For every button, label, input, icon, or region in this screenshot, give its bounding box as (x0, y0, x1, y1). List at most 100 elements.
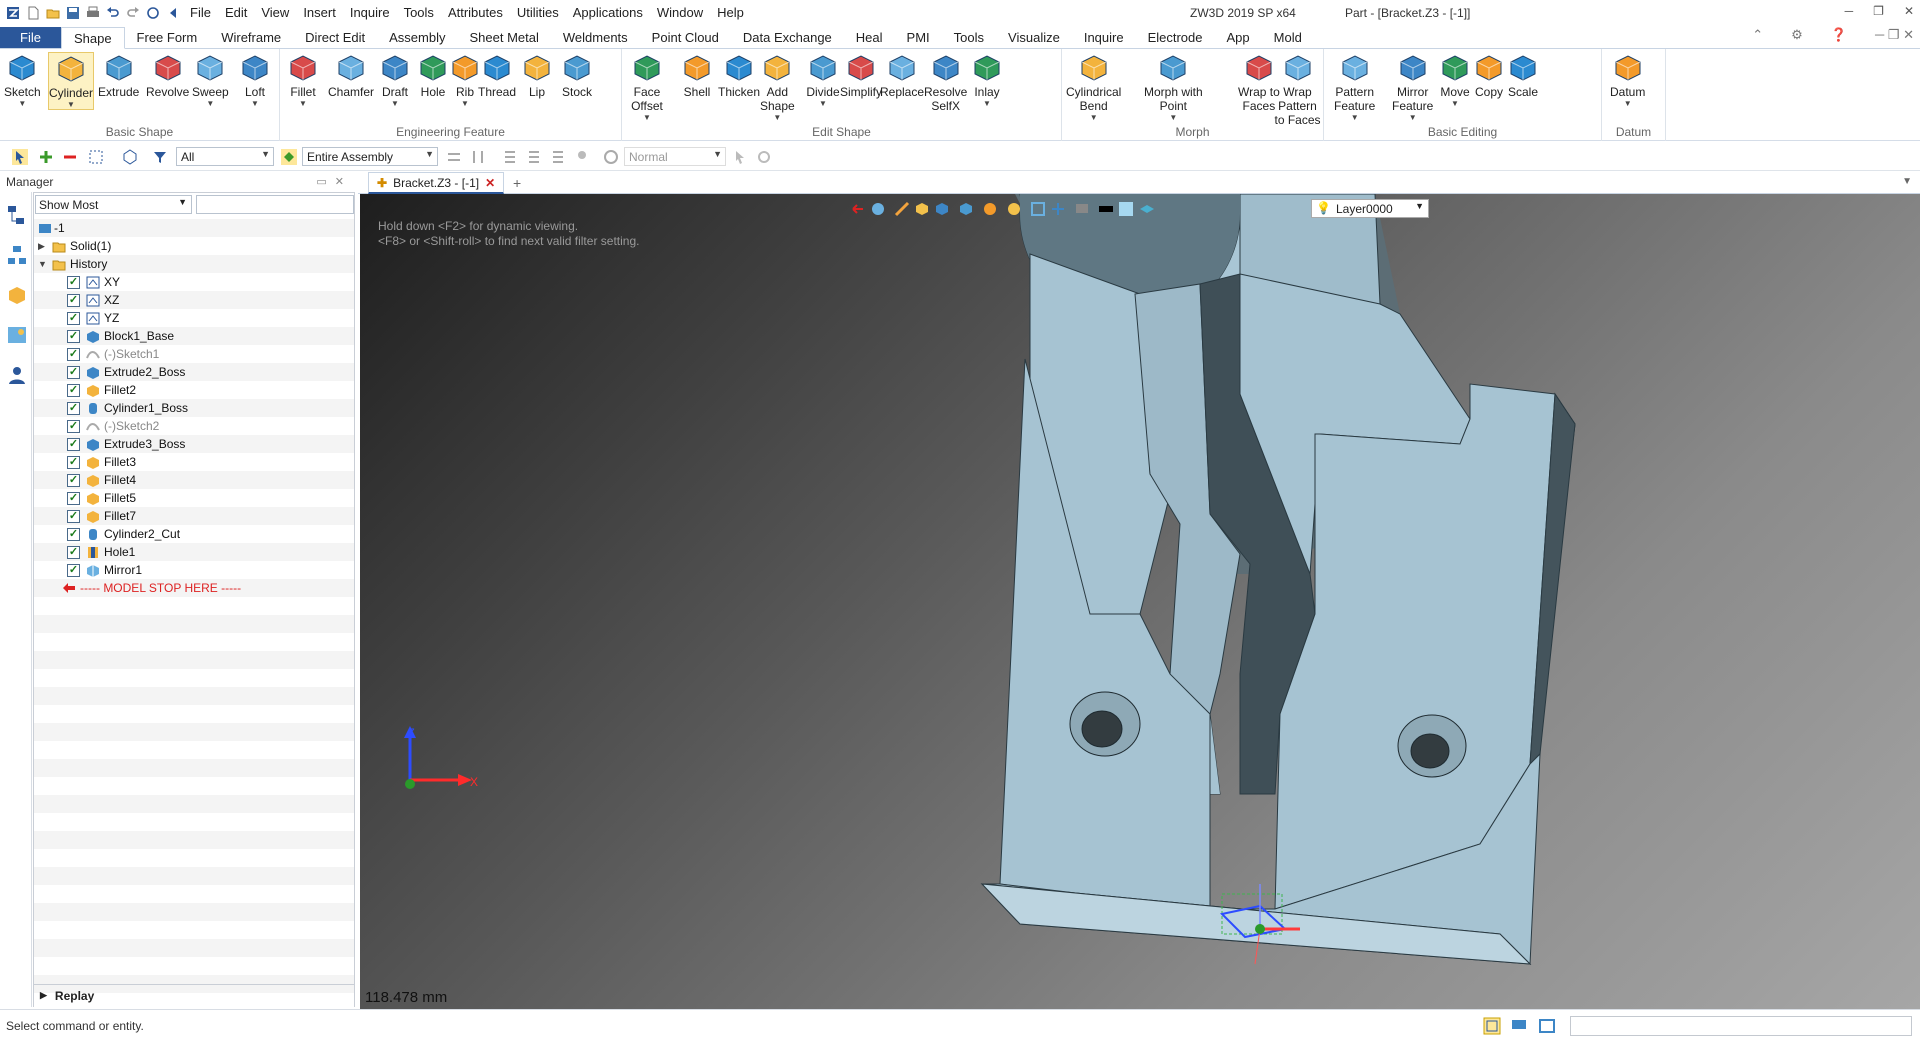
pick-arrow-icon[interactable] (12, 149, 28, 165)
feature-visibility-checkbox[interactable]: ✓ (67, 455, 80, 469)
graphics-viewport[interactable]: Hold down <F2> for dynamic viewing. <F8>… (360, 194, 1920, 1009)
scope-select[interactable]: Entire Assembly ▼ (302, 147, 438, 166)
dropdown-arrow-icon[interactable]: ▼ (1169, 113, 1177, 122)
cylindrical-bend-button[interactable]: Cylindrical Bend ▼ (1066, 52, 1121, 122)
render-mode-select[interactable]: Normal ▼ (624, 147, 726, 166)
feature-visibility-checkbox[interactable]: ✓ (67, 545, 80, 559)
dropdown-arrow-icon[interactable]: ▼ (773, 113, 781, 122)
ribbon-tab-mold[interactable]: Mold (1262, 27, 1314, 48)
manager-pin-close-icon[interactable]: ▭✕ (316, 175, 352, 188)
divide-button[interactable]: Divide ▼ (806, 52, 840, 108)
history-row-sketch1[interactable]: ✓ (-)Sketch1 (34, 345, 354, 363)
document-tab-bracket[interactable]: ✚ Bracket.Z3 - [-1] ✕ (368, 172, 505, 194)
dropdown-arrow-icon[interactable]: ▼ (1624, 99, 1632, 108)
rib-button[interactable]: Rib ▼ (448, 52, 482, 108)
list-icon-1[interactable] (502, 149, 518, 165)
pattern-feature-button[interactable]: Pattern Feature ▼ (1334, 52, 1375, 122)
menu-insert[interactable]: Insert (303, 5, 336, 20)
filter-select[interactable]: All ▼ (176, 147, 274, 166)
assembly-tree-icon[interactable] (6, 244, 28, 266)
history-row-fillet4[interactable]: ✓ Fillet4 (34, 471, 354, 489)
back-arrow-icon[interactable] (166, 6, 180, 20)
dropdown-arrow-icon[interactable]: ▼ (18, 99, 26, 108)
feature-visibility-checkbox[interactable]: ✓ (67, 293, 80, 307)
dropdown-arrow-icon[interactable]: ▼ (206, 99, 214, 108)
history-row-fillet5[interactable]: ✓ Fillet5 (34, 489, 354, 507)
close-window-icon[interactable]: ✕ (1904, 4, 1914, 18)
hole-button[interactable]: Hole (416, 52, 450, 99)
distribute-icon[interactable] (470, 149, 486, 165)
ribbon-tab-sheet-metal[interactable]: Sheet Metal (458, 27, 551, 48)
shell-button[interactable]: Shell (680, 52, 714, 99)
ribbon-tab-assembly[interactable]: Assembly (377, 27, 457, 48)
ribbon-tab-heal[interactable]: Heal (844, 27, 895, 48)
filter-funnel-icon[interactable] (152, 149, 168, 165)
menu-file[interactable]: File (190, 5, 211, 20)
pin-icon[interactable] (574, 149, 590, 165)
ribbon-tab-shape[interactable]: Shape (60, 27, 125, 49)
revolve-button[interactable]: Revolve (146, 52, 189, 99)
morph-with-point-button[interactable]: Morph with Point ▼ (1144, 52, 1203, 122)
draft-button[interactable]: Draft ▼ (378, 52, 412, 108)
status-grid-icon[interactable] (1483, 1017, 1501, 1035)
ribbon-tab-data-exchange[interactable]: Data Exchange (731, 27, 844, 48)
ribbon-tab-point-cloud[interactable]: Point Cloud (640, 27, 731, 48)
ribbon-tab-inquire[interactable]: Inquire (1072, 27, 1136, 48)
light-icon[interactable] (1006, 201, 1026, 217)
loft-button[interactable]: Loft ▼ (238, 52, 272, 108)
visual-styles-icon[interactable] (6, 324, 28, 346)
dropdown-arrow-icon[interactable]: ▼ (1409, 113, 1417, 122)
menu-utilities[interactable]: Utilities (517, 5, 559, 20)
ribbon-tab-tools[interactable]: Tools (942, 27, 996, 48)
feature-visibility-checkbox[interactable]: ✓ (67, 365, 80, 379)
bracket-3d-model[interactable] (360, 194, 1920, 1009)
menu-attributes[interactable]: Attributes (448, 5, 503, 20)
exit-icon[interactable] (850, 201, 866, 217)
frame-icon[interactable] (1030, 201, 1046, 217)
settings-gear-icon[interactable]: ⚙ (1791, 27, 1803, 43)
mirror-feature-button[interactable]: Mirror Feature ▼ (1392, 52, 1433, 122)
new-tab-icon[interactable]: + (513, 175, 521, 191)
layer-manager-icon[interactable] (1138, 201, 1158, 217)
history-row-fillet2[interactable]: ✓ Fillet2 (34, 381, 354, 399)
view-cube-icon[interactable] (934, 201, 954, 217)
history-row-fillet7[interactable]: ✓ Fillet7 (34, 507, 354, 525)
layer-select[interactable]: 💡 Layer0000 ▼ (1311, 199, 1429, 218)
copy-button[interactable]: Copy (1472, 52, 1506, 99)
replay-panel[interactable]: ▶ Replay (34, 984, 354, 1006)
wrap-pattern-to-faces-button[interactable]: Wrap Pattern to Faces (1272, 52, 1323, 127)
dropdown-arrow-icon[interactable]: ▼ (461, 99, 469, 108)
history-row-xz[interactable]: ✓ XZ (34, 291, 354, 309)
dropdown-arrow-icon[interactable]: ▼ (67, 100, 75, 109)
stock-button[interactable]: Stock (560, 52, 594, 99)
manager-search-input[interactable] (196, 195, 354, 214)
history-tree-icon[interactable] (6, 204, 28, 226)
history-row-1[interactable]: -1 (34, 219, 354, 237)
history-row-mirror1[interactable]: ✓ Mirror1 (34, 561, 354, 579)
gear-disabled-icon[interactable] (756, 149, 772, 165)
dropdown-arrow-icon[interactable]: ▼ (251, 99, 259, 108)
regen-icon[interactable] (146, 6, 160, 20)
list-icon-3[interactable] (550, 149, 566, 165)
part-library-icon[interactable] (6, 284, 28, 306)
extrude-button[interactable]: Extrude (98, 52, 139, 99)
view-rotate-icon[interactable] (870, 201, 890, 217)
feature-visibility-checkbox[interactable]: ✓ (67, 311, 80, 325)
feature-visibility-checkbox[interactable]: ✓ (67, 401, 80, 415)
section-icon[interactable] (982, 201, 1002, 217)
simplify-button[interactable]: Simplify (840, 52, 882, 99)
history-row-fillet3[interactable]: ✓ Fillet3 (34, 453, 354, 471)
dropdown-arrow-icon[interactable]: ▼ (983, 99, 991, 108)
chamfer-button[interactable]: Chamfer (328, 52, 374, 99)
menu-applications[interactable]: Applications (573, 5, 643, 20)
ribbon-tab-visualize[interactable]: Visualize (996, 27, 1072, 48)
save-icon[interactable] (66, 6, 80, 20)
tab-list-icon[interactable]: ▼ (1902, 176, 1912, 187)
pick-disabled-icon[interactable] (732, 149, 748, 165)
history-row-hole1[interactable]: ✓ Hole1 (34, 543, 354, 561)
feature-visibility-checkbox[interactable]: ✓ (67, 491, 80, 505)
redo-icon[interactable] (126, 6, 140, 20)
app-logo-icon[interactable] (6, 6, 20, 20)
scale-button[interactable]: Scale (1506, 52, 1540, 99)
status-monitor-icon[interactable] (1510, 1017, 1528, 1035)
